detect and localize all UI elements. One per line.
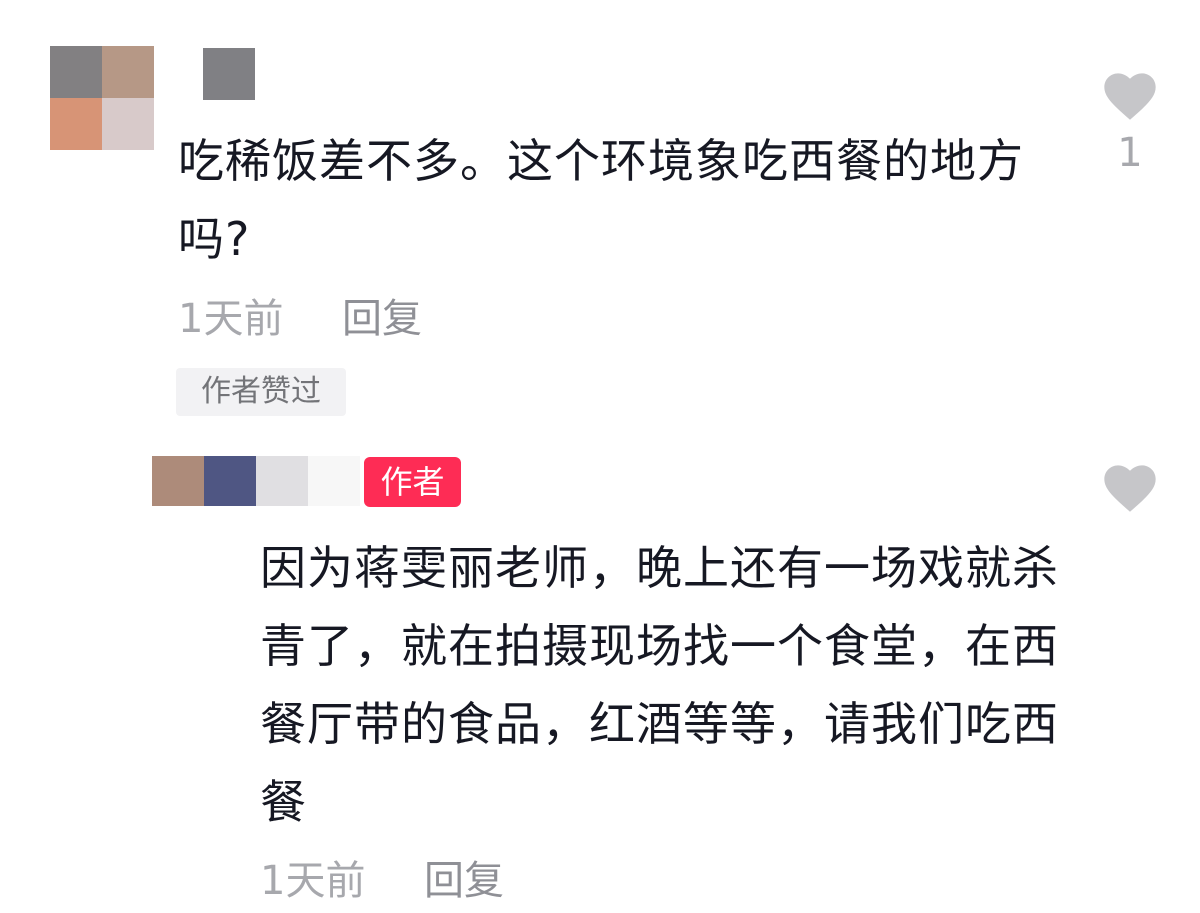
- avatar-tile-1: [50, 46, 102, 98]
- like-count: 1: [1117, 130, 1143, 176]
- username-redacted[interactable]: [203, 48, 255, 100]
- avatar[interactable]: [50, 46, 154, 150]
- comment-time: 1天前: [260, 858, 366, 904]
- comment-time: 1天前: [178, 296, 284, 342]
- reply-button[interactable]: 回复: [424, 856, 504, 906]
- avatar-tile-2: [102, 46, 154, 98]
- comment-text: 吃稀饭差不多。这个环境象吃西餐的地方吗?: [178, 134, 1024, 266]
- author-liked-badge: 作者赞过: [176, 368, 346, 416]
- avatar-tile-3: [50, 98, 102, 150]
- name-tile-4: [308, 456, 360, 506]
- heart-icon[interactable]: [1102, 70, 1158, 122]
- heart-icon[interactable]: [1102, 462, 1158, 514]
- avatar-tile-4: [102, 98, 154, 150]
- name-tile-2: [204, 456, 256, 506]
- name-tile-3: [256, 456, 308, 506]
- username-redacted[interactable]: [152, 456, 360, 506]
- comment-text: 因为蒋雯丽老师，晚上还有一场戏就杀青了，就在拍摄现场找一个食堂，在西餐厅带的食品…: [260, 541, 1059, 829]
- reply-button[interactable]: 回复: [342, 294, 422, 344]
- author-tag: 作者: [364, 457, 461, 507]
- name-tile-1: [152, 456, 204, 506]
